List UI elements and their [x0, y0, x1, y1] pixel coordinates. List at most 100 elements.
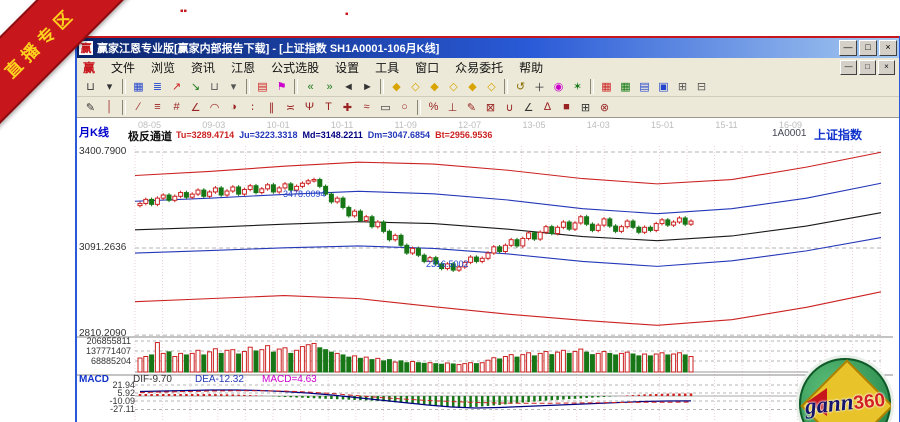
price-annotation-high: 3478.0094 — [283, 189, 326, 199]
marker-tool-icon[interactable]: ✚ — [339, 99, 356, 115]
menu-item-2[interactable]: 浏览 — [143, 59, 183, 76]
date-label-4: 10-11 — [331, 120, 353, 130]
zoom-cross-icon[interactable]: ◇ — [445, 79, 462, 95]
gann-grid-icon[interactable]: # — [168, 99, 185, 115]
text-tool-icon[interactable]: T — [320, 99, 337, 115]
gann-fan-icon[interactable]: ∕ — [130, 99, 147, 115]
menu-item-9[interactable]: 众易委托 — [447, 59, 511, 76]
fill-tool-icon[interactable]: ■ — [558, 99, 575, 115]
indicator-value-3: Md=3148.2211 — [302, 130, 362, 140]
notebook-icon[interactable]: ▤ — [636, 79, 653, 95]
zoom-vert-icon[interactable]: ◆ — [464, 79, 481, 95]
magnet-tool-icon[interactable]: ∪ — [501, 99, 518, 115]
calculator-icon[interactable]: ▦ — [617, 79, 634, 95]
channel-tool-icon[interactable]: ∥ — [263, 99, 280, 115]
measure-tool-icon[interactable]: ⊥ — [444, 99, 461, 115]
menu-items: 文件浏览资讯江恩公式选股设置工具窗口众易委托帮助 — [103, 59, 551, 76]
zoom-horiz-icon[interactable]: ◇ — [483, 79, 500, 95]
toolbar-separator — [246, 79, 250, 94]
zoom-left-icon[interactable]: ◆ — [388, 79, 405, 95]
zoom-updown-icon[interactable]: ◆ — [426, 79, 443, 95]
chart-style-icon[interactable]: ⊔ — [82, 79, 99, 95]
angle-tool-icon[interactable]: ∠ — [187, 99, 204, 115]
menu-item-5[interactable]: 公式选股 — [263, 59, 327, 76]
date-label-3: 10-01 — [267, 120, 290, 130]
mdi-close-button[interactable]: × — [878, 60, 895, 75]
maximize-button[interactable]: □ — [859, 40, 877, 56]
gann-wheel-icon[interactable]: ✶ — [569, 79, 586, 95]
screenshot-stage: ▪▪ ▪ 直播专区 赢 赢家江恩专业版[赢家内部报告下载] - [上证指数 SH… — [0, 0, 900, 422]
prev-bar-icon[interactable]: ◄ — [340, 79, 357, 95]
clear-tool-icon[interactable]: ⊗ — [596, 99, 613, 115]
magnifier-icon[interactable]: ◉ — [550, 79, 567, 95]
menu-item-3[interactable]: 资讯 — [183, 59, 223, 76]
wave-tool-icon[interactable]: ≈ — [358, 99, 375, 115]
last-bar-icon[interactable]: » — [321, 79, 338, 95]
menu-item-6[interactable]: 设置 — [327, 59, 367, 76]
candlestick-series — [138, 178, 693, 272]
flag-icon[interactable]: ⚑ — [273, 79, 290, 95]
window-controls: —□× — [839, 40, 897, 56]
pointer-tool-icon[interactable]: ✎ — [82, 99, 99, 115]
chart-style-arrow-icon[interactable]: ▾ — [101, 79, 118, 95]
close-button[interactable]: × — [879, 40, 897, 56]
gann-line-icon[interactable]: ≡ — [149, 99, 166, 115]
menu-item-8[interactable]: 窗口 — [407, 59, 447, 76]
next-bar-icon[interactable]: ► — [359, 79, 376, 95]
report-icon[interactable]: ▤ — [254, 79, 271, 95]
vline-tool-icon[interactable]: │ — [101, 99, 118, 115]
price-axis-label: 3091.2636 — [79, 242, 126, 253]
indicator-name[interactable]: 极反通道 — [128, 128, 172, 144]
print-icon[interactable]: ⊟ — [693, 79, 710, 95]
save-icon[interactable]: ▣ — [655, 79, 672, 95]
menu-item-1[interactable]: 文件 — [103, 59, 143, 76]
arc-tool-icon[interactable]: ◠ — [206, 99, 223, 115]
pencil-tool-icon[interactable]: ✎ — [463, 99, 480, 115]
erase-tool-icon[interactable]: ⊠ — [482, 99, 499, 115]
date-label-8: 14-03 — [587, 120, 610, 130]
calendar-icon[interactable]: ▦ — [598, 79, 615, 95]
toolbar-separator — [380, 79, 384, 94]
menu-item-7[interactable]: 工具 — [367, 59, 407, 76]
vertical-gridlines — [135, 146, 880, 422]
volume-bars — [138, 343, 693, 372]
price-annotation-low: 2316.5002 — [426, 259, 469, 269]
parallel-tool-icon[interactable]: ≍ — [282, 99, 299, 115]
percent-tool-icon[interactable]: % — [425, 99, 442, 115]
triangle-tool-icon[interactable]: ∆ — [539, 99, 556, 115]
bar-style-arrow-icon[interactable]: ▾ — [225, 79, 242, 95]
circle-tool-icon[interactable]: ○ — [396, 99, 413, 115]
menu-item-10[interactable]: 帮助 — [511, 59, 551, 76]
refresh-icon[interactable]: ↺ — [512, 79, 529, 95]
first-bar-icon[interactable]: « — [302, 79, 319, 95]
symbol-name[interactable]: 上证指数 — [814, 126, 862, 143]
trend-down-icon[interactable]: ↘ — [187, 79, 204, 95]
macd-dea-value: DEA-12.32 — [195, 374, 244, 385]
mdi-minimize-button[interactable]: — — [840, 60, 857, 75]
cycle-tool-icon[interactable]: ◑ — [225, 99, 242, 115]
menu-item-4[interactable]: 江恩 — [223, 59, 263, 76]
export-icon[interactable]: ⊞ — [674, 79, 691, 95]
mdi-restore-button[interactable]: □ — [859, 60, 876, 75]
bar-style-icon[interactable]: ⊔ — [206, 79, 223, 95]
app-logo-icon: 赢 — [79, 41, 93, 55]
box-tool-icon[interactable]: ▭ — [377, 99, 394, 115]
fib-tool-icon[interactable]: ∶ — [244, 99, 261, 115]
indicator-values: Tu=3289.4714Ju=3223.3318Md=3148.2211Dm=3… — [176, 130, 492, 140]
macd-hist-value: MACD=4.63 — [262, 374, 317, 385]
title-bar[interactable]: 赢 赢家江恩专业版[赢家内部报告下载] - [上证指数 SH1A0001-106… — [77, 38, 899, 58]
crosshair-icon[interactable]: ＋ — [531, 79, 548, 95]
quote-list-icon[interactable]: ≣ — [149, 79, 166, 95]
pitchfork-tool-icon[interactable]: Ψ — [301, 99, 318, 115]
zoom-right-icon[interactable]: ◇ — [407, 79, 424, 95]
period-label[interactable]: 月K线 — [79, 124, 109, 140]
minimize-button[interactable]: — — [839, 40, 857, 56]
kline-view-icon[interactable]: ▦ — [130, 79, 147, 95]
menu-logo-icon: 赢 — [77, 59, 103, 76]
trend-up-icon[interactable]: ↗ — [168, 79, 185, 95]
date-label-9: 15-01 — [651, 120, 674, 130]
angle2-tool-icon[interactable]: ∠ — [520, 99, 537, 115]
indicator-value-1: Tu=3289.4714 — [176, 130, 234, 140]
dea-line — [140, 391, 691, 404]
grid-tool-icon[interactable]: ⊞ — [577, 99, 594, 115]
